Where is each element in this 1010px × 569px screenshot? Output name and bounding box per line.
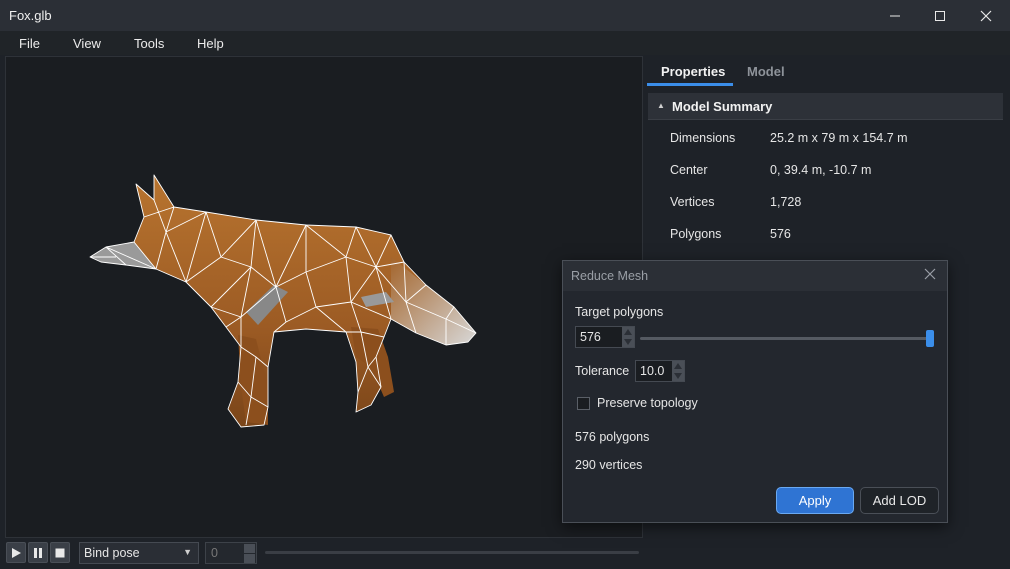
- dialog-close-button[interactable]: [924, 268, 936, 283]
- play-button[interactable]: [6, 542, 26, 563]
- tolerance-label: Tolerance: [575, 364, 630, 378]
- fox-tail: [391, 257, 476, 345]
- target-polygons-value: 576: [580, 330, 601, 344]
- target-polygons-label: Target polygons: [575, 305, 664, 319]
- frame-value: 0: [211, 546, 218, 560]
- reduce-mesh-dialog: Reduce Mesh Target polygons 576 Toleranc…: [562, 260, 948, 523]
- menu-file[interactable]: File: [19, 36, 40, 51]
- stop-button[interactable]: [50, 542, 70, 563]
- 3d-viewport[interactable]: [5, 56, 643, 538]
- tab-properties[interactable]: Properties: [661, 64, 725, 79]
- prop-label-center: Center: [670, 163, 708, 177]
- add-lod-button[interactable]: Add LOD: [860, 487, 939, 514]
- animation-timeline[interactable]: [265, 551, 639, 554]
- target-polygons-input[interactable]: 576: [575, 326, 635, 348]
- close-icon: [980, 10, 992, 21]
- spin-up-icon: [674, 363, 682, 369]
- dialog-title: Reduce Mesh: [571, 269, 649, 283]
- minimize-icon: [890, 15, 900, 16]
- target-polygons-slider-track[interactable]: [640, 337, 933, 340]
- play-icon: [12, 547, 21, 558]
- result-vertices-text: 290 vertices: [575, 458, 643, 472]
- target-spin-down[interactable]: [622, 337, 634, 347]
- apply-button[interactable]: Apply: [776, 487, 854, 514]
- stop-icon: [55, 548, 65, 557]
- pose-select-value: Bind pose: [84, 546, 140, 560]
- prop-label-polygons: Polygons: [670, 227, 722, 241]
- section-title: Model Summary: [672, 99, 773, 114]
- menu-bar: File View Tools Help: [0, 31, 1010, 55]
- preserve-topology-label[interactable]: Preserve topology: [597, 396, 698, 410]
- preserve-topology-checkbox[interactable]: [577, 397, 590, 410]
- tolerance-value: 10.0: [640, 364, 665, 378]
- prop-label-dimensions: Dimensions: [670, 131, 736, 145]
- title-bar: Fox.glb: [0, 0, 1010, 31]
- model-summary-header[interactable]: ▲ Model Summary: [648, 93, 1003, 120]
- frame-input[interactable]: 0: [205, 542, 257, 564]
- spin-down-icon: [674, 373, 682, 379]
- animation-toolbar: Bind pose ▼ 0: [0, 538, 645, 569]
- window-title: Fox.glb: [9, 8, 52, 23]
- prop-value-center: 0, 39.4 m, -10.7 m: [770, 163, 872, 177]
- target-polygons-slider-thumb[interactable]: [926, 330, 934, 347]
- dialog-title-bar[interactable]: Reduce Mesh: [563, 261, 947, 291]
- pause-icon: [34, 547, 42, 558]
- prop-value-vertices: 1,728: [770, 195, 802, 209]
- pause-button[interactable]: [28, 542, 48, 563]
- active-tab-indicator: [647, 83, 733, 86]
- maximize-button[interactable]: [917, 0, 963, 31]
- tab-model[interactable]: Model: [747, 64, 785, 79]
- menu-help[interactable]: Help: [197, 36, 224, 51]
- result-polygons-text: 576 polygons: [575, 430, 650, 444]
- close-icon: [924, 268, 936, 280]
- prop-value-dimensions: 25.2 m x 79 m x 154.7 m: [770, 131, 908, 145]
- chevron-down-icon: ▼: [183, 547, 192, 557]
- spin-up-icon: [624, 329, 632, 335]
- menu-view[interactable]: View: [73, 36, 101, 51]
- tolerance-spin-down[interactable]: [672, 371, 684, 381]
- collapse-triangle-icon: ▲: [657, 101, 665, 110]
- prop-label-vertices: Vertices: [670, 195, 715, 209]
- prop-value-polygons: 576: [770, 227, 791, 241]
- spin-down-icon: [624, 339, 632, 345]
- fox-model: [89, 174, 477, 428]
- frame-spin-up[interactable]: [244, 544, 255, 553]
- tolerance-spin-up[interactable]: [672, 361, 684, 371]
- pose-select[interactable]: Bind pose ▼: [79, 542, 199, 564]
- frame-spin-down[interactable]: [244, 554, 255, 563]
- tolerance-input[interactable]: 10.0: [635, 360, 685, 382]
- minimize-button[interactable]: [872, 0, 918, 31]
- target-spin-up[interactable]: [622, 327, 634, 337]
- close-window-button[interactable]: [963, 0, 1009, 31]
- maximize-icon: [935, 10, 945, 21]
- menu-tools[interactable]: Tools: [134, 36, 164, 51]
